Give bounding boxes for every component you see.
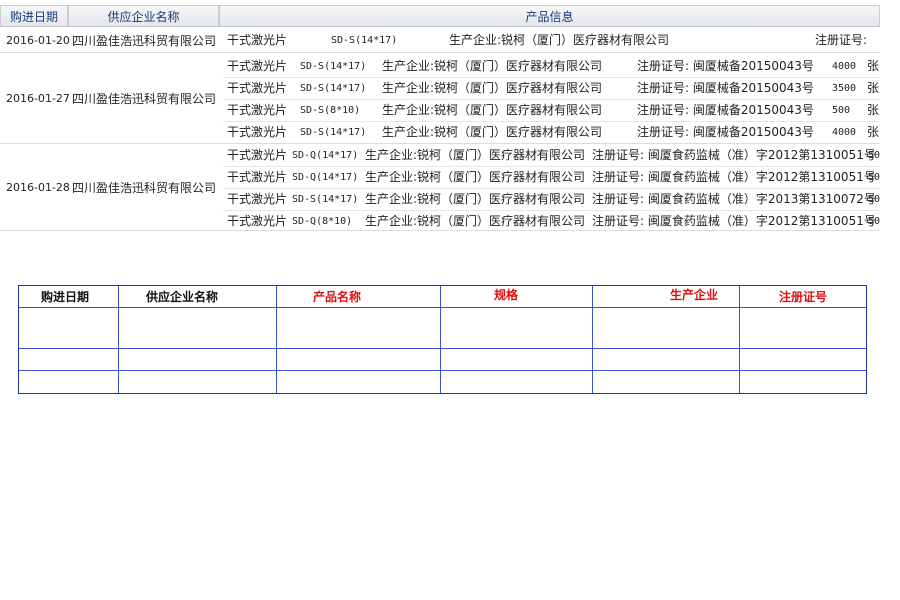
supplier-name: 四川盈佳浩迅科贸有限公司 [72,34,217,48]
product-spec: SD-Q(8*10) [292,216,353,227]
form-header-reg-no: 注册证号 [779,290,828,304]
product-spec: SD-Q(14*17) [292,172,359,183]
purchase-date: 2016-01-20 [6,34,70,47]
product-row[interactable]: 干式激光片 SD-Q(8*10) 生产企业:锐柯（厦门）医疗器材有限公司 注册证… [223,211,880,232]
column-header-product-info[interactable]: 产品信息 [219,5,880,27]
row-divider [19,370,866,371]
form-header-product-name: 产品名称 [313,290,362,304]
product-quantity: 3500 [832,83,857,94]
product-row[interactable]: 干式激光片 SD-Q(14*17) 生产企业:锐柯（厦门）医疗器材有限公司 注册… [223,167,880,189]
product-row[interactable]: 干式激光片 SD-S(14*17) 生产企业:锐柯（厦门）医疗器材有限公司 注册… [223,30,880,51]
product-spec: SD-S(14*17) [300,61,367,72]
form-header-manufacturer: 生产企业 [670,288,719,302]
product-row[interactable]: 干式激光片 SD-S(14*17) 生产企业:锐柯（厦门）医疗器材有限公司 注册… [223,122,880,143]
product-name: 干式激光片 [227,103,288,117]
product-spec: SD-S(14*17) [300,83,367,94]
supplier-name: 四川盈佳浩迅科贸有限公司 [72,91,217,106]
product-row[interactable]: 干式激光片 SD-Q(14*17) 生产企业:锐柯（厦门）医疗器材有限公司 注册… [223,145,880,167]
product-row[interactable]: 干式激光片 SD-S(14*17) 生产企业:锐柯（厦门）医疗器材有限公司 注册… [223,56,880,78]
product-manufacturer: 生产企业:锐柯（厦门）医疗器材有限公司 [449,33,670,47]
product-name: 干式激光片 [227,148,288,162]
product-registration: 注册证号: 闽厦械备20150043号 [637,59,814,73]
product-quantity: 50 [868,194,881,205]
column-header-supplier[interactable]: 供应企业名称 [68,5,219,27]
product-manufacturer: 生产企业:锐柯（厦门）医疗器材有限公司 [382,81,603,95]
row-divider [19,307,866,308]
product-registration: 注册证号: [815,33,868,47]
product-manufacturer: 生产企业:锐柯（厦门）医疗器材有限公司 [382,125,603,139]
product-manufacturer: 生产企业:锐柯（厦门）医疗器材有限公司 [382,103,603,117]
record-group: 2016-01-27 四川盈佳浩迅科贸有限公司 干式激光片 SD-S(14*17… [0,53,880,144]
product-manufacturer: 生产企业:锐柯（厦门）医疗器材有限公司 [365,148,586,162]
supplier-name: 四川盈佳浩迅科贸有限公司 [72,180,217,195]
form-header-supplier: 供应企业名称 [146,290,219,304]
product-name: 干式激光片 [227,170,288,184]
column-header-date[interactable]: 购进日期 [0,5,68,27]
record-group: 2016-01-28 四川盈佳浩迅科贸有限公司 干式激光片 SD-Q(14*17… [0,144,880,231]
product-registration: 注册证号: 闽厦食药监械（准）字2012第1310051号 [592,170,876,184]
product-row[interactable]: 干式激光片 SD-S(8*10) 生产企业:锐柯（厦门）医疗器材有限公司 注册证… [223,100,880,122]
column-divider [276,286,277,393]
column-divider [592,286,593,393]
product-quantity: 50 [868,172,881,183]
product-registration: 注册证号: 闽厦械备20150043号 [637,125,814,139]
product-name: 干式激光片 [227,214,288,228]
product-row[interactable]: 干式激光片 SD-S(14*17) 生产企业:锐柯（厦门）医疗器材有限公司 注册… [223,78,880,100]
product-name: 干式激光片 [227,192,288,206]
product-manufacturer: 生产企业:锐柯（厦门）医疗器材有限公司 [365,170,586,184]
product-quantity: 500 [832,105,851,116]
product-registration: 注册证号: 闽厦械备20150043号 [637,103,814,117]
entry-form-table: 购进日期 供应企业名称 产品名称 规格 生产企业 注册证号 [18,285,867,394]
product-unit: 张 [867,125,880,139]
product-manufacturer: 生产企业:锐柯（厦门）医疗器材有限公司 [365,214,586,228]
product-list: 干式激光片 SD-S(14*17) 生产企业:锐柯（厦门）医疗器材有限公司 注册… [223,56,880,143]
column-divider [440,286,441,393]
purchase-date: 2016-01-28 [6,180,70,194]
product-row[interactable]: 干式激光片 SD-S(14*17) 生产企业:锐柯（厦门）医疗器材有限公司 注册… [223,189,880,211]
product-spec: SD-S(14*17) [300,127,367,138]
product-name: 干式激光片 [227,81,288,95]
product-spec: SD-S(14*17) [331,35,398,46]
product-name: 干式激光片 [227,59,288,73]
product-spec: SD-Q(14*17) [292,150,359,161]
product-unit: 张 [867,81,880,95]
product-manufacturer: 生产企业:锐柯（厦门）医疗器材有限公司 [365,192,586,206]
product-name: 干式激光片 [227,33,288,47]
product-registration: 注册证号: 闽厦食药监械（准）字2012第1310051号 [592,214,876,228]
product-registration: 注册证号: 闽厦食药监械（准）字2012第1310051号 [592,148,876,162]
product-name: 干式激光片 [227,125,288,139]
purchase-date: 2016-01-27 [6,91,70,105]
product-registration: 注册证号: 闽厦食药监械（准）字2013第1310072号 [592,192,876,206]
form-header-spec: 规格 [494,288,519,302]
product-quantity: 4000 [832,127,857,138]
product-spec: SD-S(14*17) [292,194,359,205]
product-spec: SD-S(8*10) [300,105,361,116]
column-divider [739,286,740,393]
product-quantity: 50 [868,216,881,227]
form-header-date: 购进日期 [41,290,90,304]
product-manufacturer: 生产企业:锐柯（厦门）医疗器材有限公司 [382,59,603,73]
product-quantity: 50 [868,150,881,161]
record-group: 2016-01-20 四川盈佳浩迅科贸有限公司 干式激光片 SD-S(14*17… [0,29,880,53]
product-quantity: 4000 [832,61,857,72]
column-divider [118,286,119,393]
product-unit: 张 [867,59,880,73]
product-unit: 张 [867,103,880,117]
product-list: 干式激光片 SD-S(14*17) 生产企业:锐柯（厦门）医疗器材有限公司 注册… [223,30,880,51]
product-list: 干式激光片 SD-Q(14*17) 生产企业:锐柯（厦门）医疗器材有限公司 注册… [223,145,880,232]
product-registration: 注册证号: 闽厦械备20150043号 [637,81,814,95]
row-divider [19,348,866,349]
